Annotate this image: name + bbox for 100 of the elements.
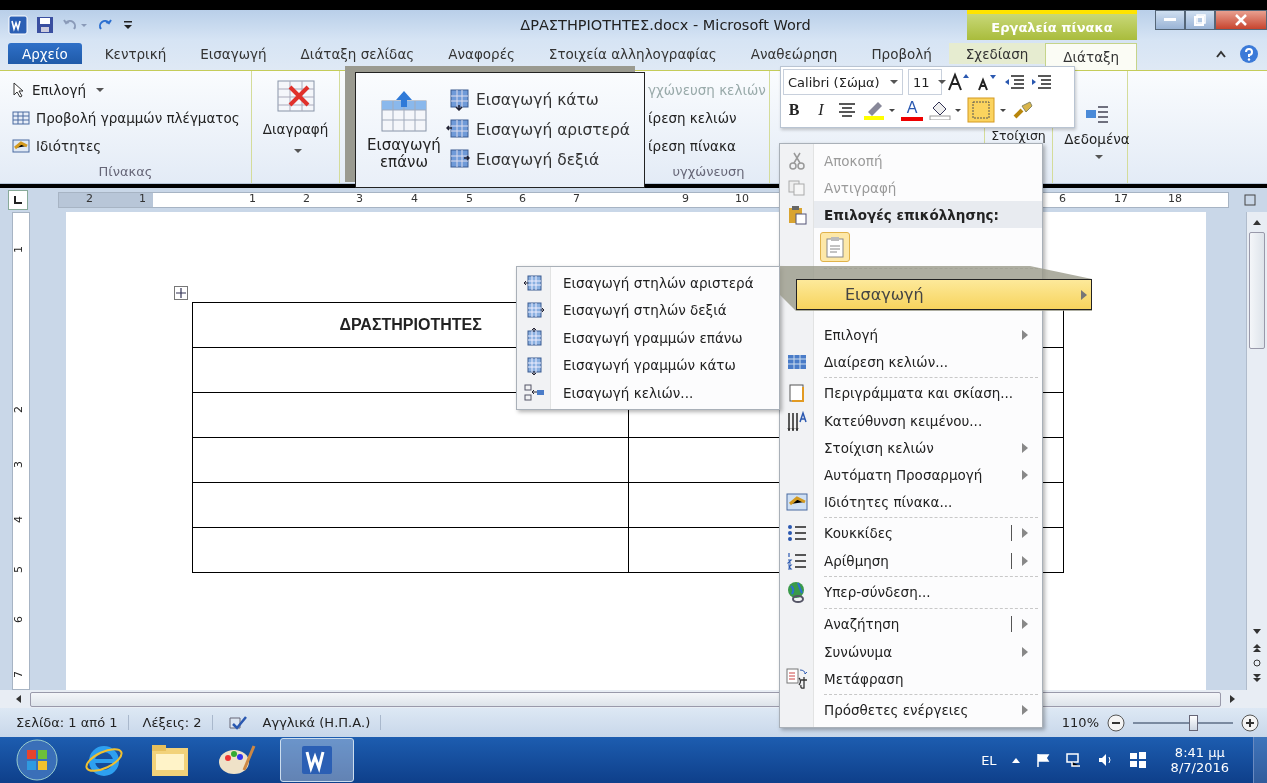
submenu-arrow-icon	[1022, 329, 1028, 340]
highlighter-icon[interactable]	[862, 100, 896, 120]
increase-indent-icon[interactable]	[1030, 73, 1052, 91]
ruler-number: 17	[1114, 192, 1128, 205]
scissors-icon	[789, 151, 805, 170]
group-label: Πίνακας	[97, 164, 154, 181]
previous-page-icon[interactable]	[1252, 642, 1262, 652]
shrink-font-icon[interactable]	[976, 72, 998, 92]
ruler-number: 5	[466, 192, 473, 205]
ruler-number: 10	[735, 192, 749, 205]
zoom-out-icon[interactable]	[1107, 713, 1125, 732]
delete-button[interactable]: Διαγραφή	[262, 79, 329, 157]
italic-button[interactable]: I	[810, 97, 832, 123]
ribbon-tab[interactable]: Στοιχεία αλληλογραφίας	[531, 43, 734, 64]
menu-item[interactable]: Αυτόματη Προσαρμογή	[780, 461, 1042, 488]
insert-above-button[interactable]: Εισαγωγή επάνω	[362, 88, 446, 172]
insert-button[interactable]: Εισαγωγή δεξιά	[446, 149, 631, 171]
minimize-button[interactable]	[1155, 10, 1185, 30]
menu-item[interactable]: Πρόσθετες ενέργειες	[780, 692, 1042, 724]
customize-dropdown-icon[interactable]	[122, 18, 134, 32]
minimize-ribbon-icon[interactable]	[1215, 49, 1227, 59]
menu-item[interactable]: Ιδιότητες πίνακα...	[780, 488, 1042, 515]
vertical-scrollbar[interactable]	[1246, 212, 1267, 690]
menu-item[interactable]: Επιλογή	[780, 321, 1042, 348]
menu-item[interactable]: Διαίρεση κελιών...	[780, 348, 1042, 375]
word-taskbar-button[interactable]	[280, 738, 354, 782]
ribbon-tab[interactable]: Σχεδίαση	[948, 43, 1046, 64]
language-status[interactable]: Αγγλικά (Η.Π.Α.)	[262, 715, 382, 730]
word-logo-icon[interactable]	[8, 15, 28, 35]
start-button-icon[interactable]	[14, 738, 60, 782]
flag-icon[interactable]	[1034, 752, 1051, 768]
network-icon[interactable]	[1064, 752, 1083, 768]
center-align-icon[interactable]	[837, 102, 857, 118]
ruler-number: 6	[1059, 192, 1066, 205]
help-icon[interactable]	[1239, 44, 1259, 64]
input-language[interactable]: EL	[981, 752, 997, 768]
scroll-down-icon[interactable]	[1252, 628, 1262, 636]
scroll-thumb[interactable]	[1249, 232, 1265, 349]
menu-item[interactable]: Περιγράμματα και σκίαση...	[780, 375, 1042, 407]
data-button[interactable]: Δεδομένα	[1064, 131, 1130, 147]
menu-item[interactable]: Εισαγωγή γραμμών κάτω	[517, 351, 779, 379]
restore-icon	[1194, 14, 1206, 26]
font-color-button[interactable]: A	[901, 99, 923, 121]
proofing-icon[interactable]	[226, 714, 249, 731]
window-title: ΔΡΑΣΤΗΡΙΟΤΗΤΕΣ.docx - Microsoft Word	[519, 17, 812, 33]
menu-item[interactable]: Στοίχιση κελιών	[780, 434, 1042, 461]
file-tab[interactable]: Αρχείο	[8, 43, 82, 64]
ribbon-tab[interactable]: Διάταξη σελίδας	[283, 43, 432, 64]
insert-column-left-icon	[523, 272, 545, 293]
ribbon-tab[interactable]: Αναθεώρηση	[733, 43, 855, 64]
menu-item[interactable]: Υπερ-σύνδεση...	[780, 574, 1042, 606]
page-count[interactable]: Σελίδα: 1 από 1	[16, 715, 129, 730]
bold-button[interactable]: B	[783, 97, 805, 123]
clock-date[interactable]: 8/7/2016	[1170, 760, 1229, 775]
menu-item[interactable]: Συνώνυμα	[780, 638, 1042, 665]
insert-button[interactable]: Εισαγωγή αριστερά	[446, 119, 631, 141]
close-button[interactable]	[1215, 10, 1267, 30]
table-move-handle-icon[interactable]	[174, 286, 188, 300]
menu-item[interactable]: Αρίθμηση	[780, 547, 1042, 574]
menu-item[interactable]: Αναζήτηση	[780, 606, 1042, 638]
menu-item[interactable]: Εισαγωγή κελιών...	[517, 379, 779, 407]
scroll-up-icon[interactable]	[1252, 218, 1262, 226]
tab-selector[interactable]	[8, 190, 28, 210]
decrease-indent-icon[interactable]	[1003, 73, 1025, 91]
zoom-in-icon[interactable]	[1241, 713, 1259, 732]
windows-flag-icon[interactable]	[1128, 751, 1147, 769]
grow-font-icon[interactable]	[947, 72, 971, 92]
close-icon	[1234, 14, 1248, 26]
alignment-button[interactable]: Στοίχιση	[991, 129, 1046, 143]
font-name-field[interactable]: Calibri (Σώμα)	[783, 69, 903, 95]
word-count[interactable]: Λέξεις: 2	[142, 715, 213, 730]
ribbon-button[interactable]: Προβολή γραμμών πλέγματος	[12, 105, 251, 131]
zoom-level[interactable]: 110%	[1061, 715, 1099, 730]
ribbon-button[interactable]: ίρεση πίνακα	[648, 133, 736, 159]
menu-item[interactable]: Εισαγωγή στηλών αριστερά	[517, 269, 779, 297]
menu-item[interactable]: Κουκκίδες	[780, 515, 1042, 547]
ribbon-tab[interactable]: Εισαγωγή	[183, 43, 284, 64]
ribbon-button[interactable]: Επιλογή	[12, 77, 251, 103]
scroll-right-icon[interactable]	[1229, 694, 1237, 704]
borders-icon[interactable]	[967, 97, 1007, 123]
menu-item[interactable]: Κατεύθυνση κειμένου...	[780, 407, 1042, 434]
show-hidden-icons-icon[interactable]	[1010, 756, 1021, 764]
format-painter-icon[interactable]	[1012, 100, 1034, 120]
submenu-arrow-icon	[1022, 469, 1028, 480]
ribbon-button[interactable]: Ιδιότητες	[12, 133, 251, 159]
ribbon-button[interactable]: ίρεση κελιών	[648, 105, 737, 131]
shading-bucket-icon[interactable]	[928, 100, 962, 120]
insert-button[interactable]: Εισαγωγή κάτω	[446, 89, 631, 111]
ribbon-tab[interactable]: Προβολή	[854, 43, 949, 64]
clock-time[interactable]: 8:41 μμ	[1174, 745, 1225, 760]
menu-item[interactable]: Μετάφραση	[780, 665, 1042, 692]
ribbon-tab[interactable]: Αναφορές	[431, 43, 532, 64]
save-icon[interactable]	[36, 16, 54, 34]
browse-object-icon[interactable]	[1252, 658, 1262, 668]
maximize-button[interactable]	[1185, 10, 1215, 30]
ribbon-tab[interactable]: Κεντρική	[87, 43, 184, 64]
ribbon-tab[interactable]: Διάταξη	[1045, 43, 1138, 70]
magnified-menu-item[interactable]: Εισαγωγή	[796, 279, 1092, 310]
next-page-icon[interactable]	[1252, 674, 1262, 684]
scroll-left-icon[interactable]	[14, 694, 22, 704]
